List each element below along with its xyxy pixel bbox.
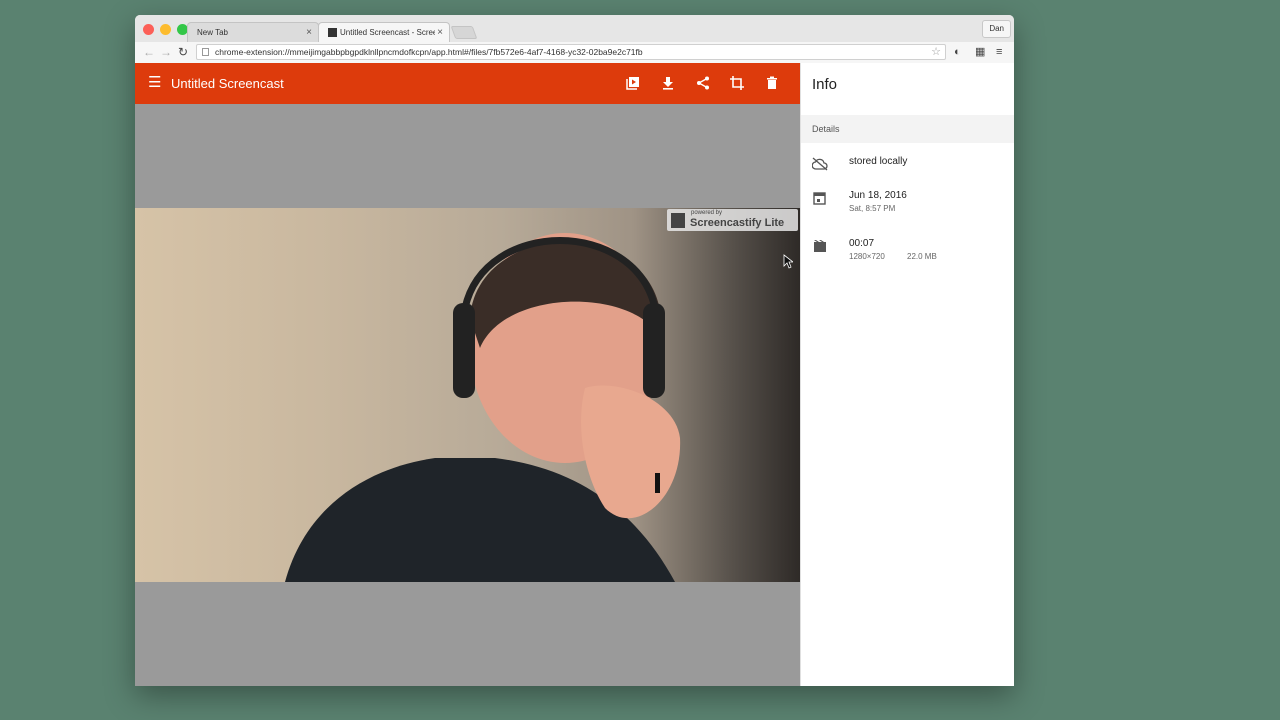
watermark-brand: Screencastify Lite bbox=[690, 217, 785, 229]
recording-duration: 00:07 bbox=[849, 238, 875, 249]
recording-size: 22.0 MB bbox=[907, 252, 937, 261]
tab-new-tab[interactable]: New Tab × bbox=[187, 22, 319, 42]
movie-icon bbox=[814, 240, 826, 252]
recording-title[interactable]: Untitled Screencast bbox=[171, 75, 284, 92]
delete-icon[interactable] bbox=[762, 73, 782, 93]
video-player[interactable]: powered by Screencastify Lite bbox=[135, 208, 800, 582]
page-icon bbox=[202, 48, 209, 56]
back-icon[interactable]: ← bbox=[143, 45, 155, 59]
download-icon[interactable] bbox=[658, 73, 678, 93]
profile-button[interactable]: Dan bbox=[982, 20, 1011, 38]
webcam-frame-image bbox=[285, 233, 681, 582]
close-window-button[interactable] bbox=[143, 24, 154, 35]
screencastify-watermark: powered by Screencastify Lite bbox=[667, 209, 798, 231]
browser-toolbar: ← → ↻ chrome-extension://mmeijimgabbpbgp… bbox=[135, 42, 1014, 64]
reload-icon[interactable]: ↻ bbox=[178, 45, 188, 59]
minimize-window-button[interactable] bbox=[160, 24, 171, 35]
close-tab-icon[interactable]: × bbox=[306, 27, 312, 38]
video-area: powered by Screencastify Lite bbox=[135, 104, 800, 686]
storage-status: stored locally bbox=[849, 156, 908, 167]
info-panel: Info Details stored locally Jun 18, 2016… bbox=[800, 63, 1014, 686]
recording-resolution: 1280×720 bbox=[849, 252, 885, 261]
new-tab-button[interactable] bbox=[450, 26, 478, 39]
calendar-icon bbox=[813, 192, 826, 205]
watermark-caption: powered by bbox=[691, 210, 723, 216]
tab-label: Untitled Screencast - Screencastify bbox=[340, 28, 435, 37]
forward-icon[interactable]: → bbox=[160, 45, 172, 59]
close-tab-icon[interactable]: × bbox=[437, 27, 443, 38]
chrome-menu-icon[interactable]: ≡ bbox=[996, 45, 1002, 59]
tab-label: New Tab bbox=[197, 28, 228, 37]
recording-date: Jun 18, 2016 bbox=[849, 190, 907, 201]
extension-circle-icon[interactable]: ◐ bbox=[954, 45, 961, 59]
hamburger-menu-icon[interactable]: ☰ bbox=[148, 74, 161, 92]
screencastify-extension-icon[interactable]: ▦ bbox=[975, 45, 985, 59]
share-icon[interactable] bbox=[693, 73, 713, 93]
mouse-cursor-icon bbox=[783, 254, 793, 269]
app-content: ☰ Untitled Screencast powered by Screenc… bbox=[135, 63, 1014, 686]
bookmark-star-icon[interactable]: ☆ bbox=[931, 45, 941, 59]
app-bar: ☰ Untitled Screencast bbox=[135, 63, 800, 104]
open-in-player-icon[interactable] bbox=[623, 73, 643, 93]
url-text: chrome-extension://mmeijimgabbpbgpdklnll… bbox=[215, 47, 643, 57]
browser-window: New Tab × Untitled Screencast - Screenca… bbox=[135, 15, 1014, 686]
recording-time: Sat, 8:57 PM bbox=[849, 204, 896, 213]
details-label: Details bbox=[812, 124, 840, 134]
crop-icon[interactable] bbox=[727, 73, 747, 93]
info-title: Info bbox=[812, 76, 838, 93]
screencastify-favicon-icon bbox=[328, 28, 337, 37]
cloud-off-icon bbox=[812, 157, 828, 171]
details-header: Details bbox=[801, 115, 1014, 143]
tab-untitled-screencast[interactable]: Untitled Screencast - Screencastify × bbox=[318, 22, 450, 42]
film-icon bbox=[671, 213, 685, 228]
address-bar[interactable]: chrome-extension://mmeijimgabbpbgpdklnll… bbox=[196, 44, 946, 60]
tab-strip: New Tab × Untitled Screencast - Screenca… bbox=[135, 15, 1014, 42]
